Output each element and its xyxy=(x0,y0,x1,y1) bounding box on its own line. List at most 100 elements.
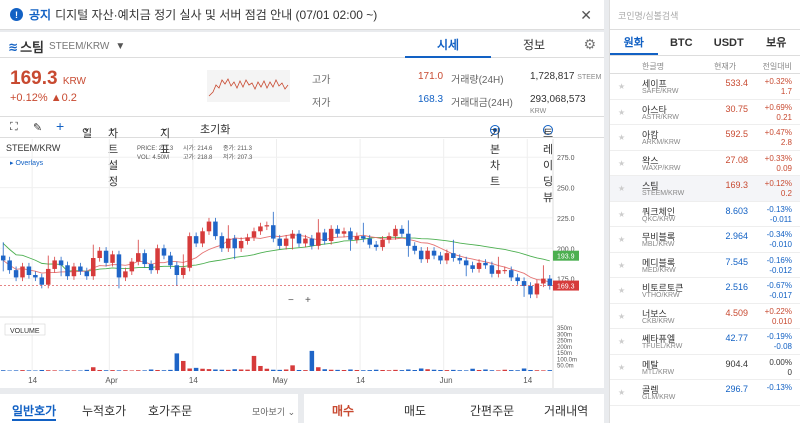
market-row[interactable]: ★ 메디블록 MED/KRW 7.545 -0.16% -0.012 xyxy=(610,253,800,278)
market-row[interactable]: ★ 아스타 ASTR/KRW 30.75 +0.69% 0.21 xyxy=(610,100,800,125)
volume-bar xyxy=(219,369,225,371)
indicator-select[interactable]: 지표 ⌄ xyxy=(160,121,170,156)
zoom-in-button[interactable]: + xyxy=(305,295,311,306)
market-row[interactable]: ★ 쎄타퓨엘 TFUEL/KRW 42.77 -0.19% -0.08 xyxy=(610,329,800,355)
chevron-down-icon[interactable]: ▼ xyxy=(115,41,125,52)
volume-bar xyxy=(90,367,96,371)
star-icon[interactable]: ★ xyxy=(618,312,625,321)
tab-usdt[interactable]: USDT xyxy=(705,30,753,55)
star-icon[interactable]: ★ xyxy=(618,388,625,397)
star-icon[interactable]: ★ xyxy=(618,363,625,372)
volume-bar xyxy=(534,370,540,371)
volume-bar xyxy=(309,350,315,371)
coin-symbol: VTHO/KRW xyxy=(642,292,680,299)
coin-change-amt: -0.08 xyxy=(773,342,792,351)
volume-bar xyxy=(277,369,282,371)
candle-body xyxy=(245,237,250,241)
volume-bar xyxy=(116,370,122,371)
coin-symbol: WAXP/KRW xyxy=(642,164,681,172)
notice-bar[interactable]: ! 공지 디지털 자산·예치금 정기 실사 및 서버 점검 안내 (07/01 … xyxy=(0,0,604,30)
fullscreen-icon[interactable]: ⛶ xyxy=(10,121,18,134)
volume-bar xyxy=(438,369,443,371)
tab-holdings[interactable]: 보유 xyxy=(753,30,800,55)
coin-change-amt: -0.012 xyxy=(769,265,792,275)
search-input[interactable]: 코인명/심볼검색 xyxy=(610,0,800,30)
crosshair-icon[interactable]: + xyxy=(56,118,64,134)
candle-body xyxy=(26,266,32,275)
star-icon[interactable]: ★ xyxy=(618,210,625,219)
star-icon[interactable]: ★ xyxy=(618,261,625,270)
star-icon[interactable]: ★ xyxy=(618,337,625,346)
coin-change-amt: -0.017 xyxy=(769,291,792,300)
coin-price: 42.77 xyxy=(725,333,748,343)
star-icon[interactable]: ★ xyxy=(618,286,625,295)
zoom-out-button[interactable]: − xyxy=(288,295,294,306)
tab-info[interactable]: 정보 xyxy=(491,32,577,58)
volume-bar xyxy=(123,370,128,371)
pencil-icon[interactable]: ✎ xyxy=(33,121,42,134)
period-select[interactable]: 일 ⌄ xyxy=(82,121,92,140)
market-row[interactable]: ★ 왁스 WAXP/KRW 27.08 +0.33% 0.09 xyxy=(610,151,800,176)
market-row[interactable]: ★ 비토르토큰 VTHO/KRW 2.516 -0.67% -0.017 xyxy=(610,278,800,304)
coin-change-amt: -0.010 xyxy=(769,240,792,249)
volume-tick-label: 100.0m xyxy=(557,357,577,363)
reset-button[interactable]: 초기화 xyxy=(200,121,230,137)
tab-simple-order[interactable]: 간편주문 xyxy=(470,402,514,419)
market-row[interactable]: ★ 너보스 CKB/KRW 4.509 +0.22% 0.010 xyxy=(610,304,800,329)
market-row[interactable]: ★ 쿼크체인 QKC/KRW 8.603 -0.13% -0.011 xyxy=(610,202,800,227)
tab-buy[interactable]: 매수 xyxy=(332,402,354,419)
volume-bar xyxy=(168,369,173,371)
candle-body xyxy=(123,271,128,278)
star-icon[interactable]: ★ xyxy=(618,159,625,168)
candle-body xyxy=(361,236,366,239)
tab-cumulative[interactable]: 누적호가 xyxy=(82,402,126,419)
gear-icon[interactable]: ⚙ xyxy=(583,36,596,53)
tab-sell[interactable]: 매도 xyxy=(404,402,426,419)
tab-history[interactable]: 거래내역 xyxy=(544,402,588,419)
candle-body xyxy=(65,265,70,277)
market-row[interactable]: ★ 스팀 STEEM/KRW 169.3 +0.12% 0.2 xyxy=(610,176,800,202)
close-icon[interactable]: ✕ xyxy=(580,7,592,24)
notice-text[interactable]: 디지털 자산·예치금 정기 실사 및 서버 점검 안내 (07/01 02:00… xyxy=(55,6,377,23)
star-icon[interactable]: ★ xyxy=(618,235,625,244)
volume-bar xyxy=(399,370,405,371)
candle-body xyxy=(168,255,173,266)
candle-body xyxy=(116,254,122,278)
volume-bar xyxy=(7,370,12,371)
tab-price[interactable]: 시세 xyxy=(405,32,491,58)
coin-selector[interactable]: ≋ 스팀 STEEM/KRW ▼ xyxy=(8,37,125,56)
coin-price: 904.4 xyxy=(725,358,748,369)
tab-krw[interactable]: 원화 xyxy=(610,30,658,55)
tab-quote-order[interactable]: 호가주문 xyxy=(148,402,192,419)
market-row[interactable]: ★ 메탈 MTL/KRW 904.4 0.00% 0 xyxy=(610,355,800,380)
price-chart[interactable]: 275.0250.0225.0200.0175.0350m300m250m200… xyxy=(0,139,604,388)
star-icon[interactable]: ★ xyxy=(618,82,625,91)
candle-body xyxy=(206,221,212,232)
tab-orderbook[interactable]: 일반호가 xyxy=(12,402,57,421)
volume-bar xyxy=(457,370,463,371)
chart-toolbar: ⛶ ✎ + 일 ⌄ 차트설정 ⌄ 지표 ⌄ 초기화 기본차트 트레이딩뷰 xyxy=(0,116,604,204)
chart-settings[interactable]: 차트설정 ⌄ xyxy=(108,121,118,188)
market-row[interactable]: ★ 아캄 ARKM/KRW 592.5 +0.47% 2.8 xyxy=(610,125,800,151)
market-row[interactable]: ★ 세이프 SAFE/KRW 533.4 +0.32% 1.7 xyxy=(610,74,800,100)
high-value: 171.0 xyxy=(418,71,444,82)
candle-body xyxy=(174,265,180,275)
tab-btc[interactable]: BTC xyxy=(658,30,706,55)
star-icon[interactable]: ★ xyxy=(618,108,625,117)
star-icon[interactable]: ★ xyxy=(618,133,625,142)
coin-price: 169.3 xyxy=(725,180,748,190)
candle-body xyxy=(232,238,237,249)
volume-tick-label: 300m xyxy=(557,332,572,338)
market-row[interactable]: ★ 무비블록 MBL/KRW 2.964 -0.34% -0.010 xyxy=(610,227,800,253)
market-row[interactable]: ★ 골렘 GLM/KRW 296.7 -0.13% xyxy=(610,380,800,406)
star-icon[interactable]: ★ xyxy=(618,184,625,193)
volume-bar xyxy=(238,369,244,371)
coin-change-amt: 0 xyxy=(787,367,792,377)
candle-body xyxy=(277,238,282,246)
volume-bar xyxy=(386,370,392,371)
volume-bar xyxy=(245,369,250,371)
more-select[interactable]: 모아보기 ⌄ xyxy=(252,405,295,418)
candle-body xyxy=(226,238,231,249)
volume-bar xyxy=(451,369,456,371)
notice-label: 공지 xyxy=(29,8,52,22)
